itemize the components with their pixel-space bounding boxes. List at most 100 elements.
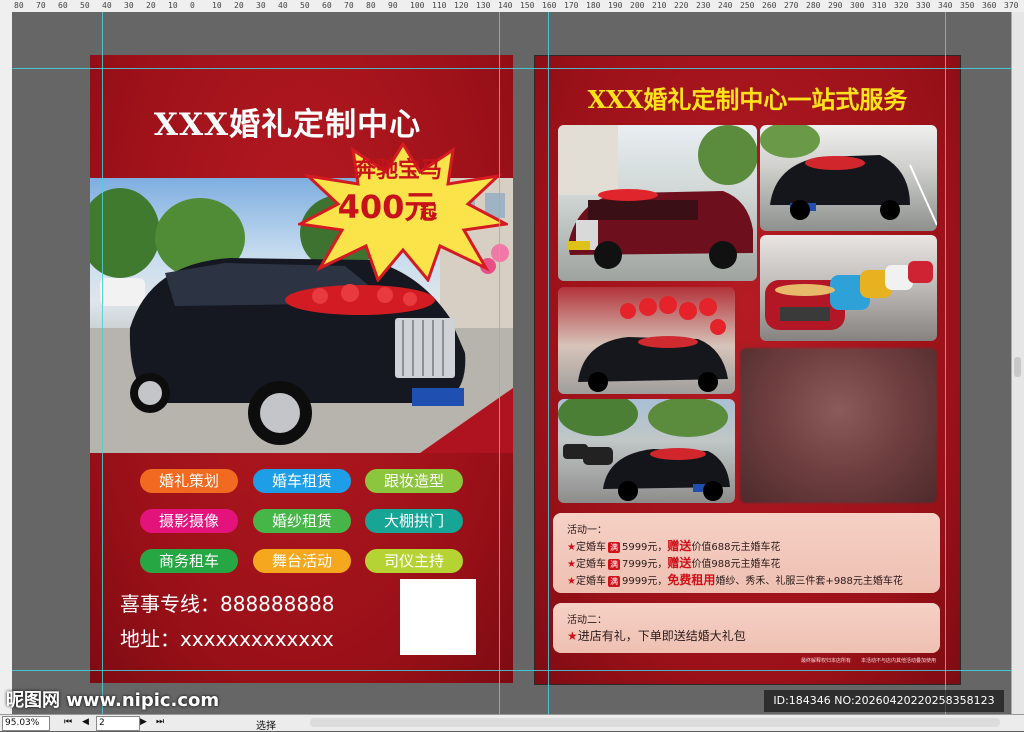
page-number-field[interactable]: 2 [96, 716, 140, 731]
row-prefix: 定婚车 [575, 559, 606, 570]
guide-vertical[interactable] [102, 12, 103, 714]
ruler-tick-label: 280 [806, 1, 821, 10]
row-prefix: 定婚车 [575, 542, 606, 553]
flyer-back-page[interactable]: XXX婚礼定制中心一站式服务 活动一： ★定婚车 满 5999元，赠送价值688… [534, 55, 961, 685]
service-pill: 商务租车 [140, 549, 238, 573]
promotion-one-heading: 活动一： [567, 525, 607, 536]
photo-black-sedan [760, 125, 937, 231]
promo-brand-text: 奔驰宝马 [353, 158, 442, 183]
ruler-tick-label: 110 [432, 1, 447, 10]
next-page-icon[interactable]: ▶ [140, 717, 147, 727]
ruler-tick-label: 40 [278, 1, 288, 10]
qr-code-placeholder [400, 579, 476, 655]
ruler-tick-label: 200 [630, 1, 645, 10]
photo-lantern-decorated-car [558, 287, 735, 394]
ruler-tick-label: 90 [388, 1, 398, 10]
promo-price-text: 400元 [337, 188, 437, 226]
status-bar: 95.03% ⏮ ◀ 2 ▶ ⏭ 选择 [0, 714, 1024, 732]
ruler-tick-label: 370 [1004, 1, 1019, 10]
row-highlight: 赠送 [667, 539, 692, 553]
ruler-tick-label: 120 [454, 1, 469, 10]
row-tag: 满 [607, 559, 620, 570]
service-pill: 婚纱租赁 [253, 509, 351, 533]
front-title: XXX婚礼定制中心 [153, 107, 422, 143]
ruler-tick-label: 0 [190, 1, 195, 10]
promotion-two-heading: 活动二： [567, 615, 607, 626]
ruler-tick-label: 30 [256, 1, 266, 10]
ruler-tick-label: 220 [674, 1, 689, 10]
row-amount: 7999元， [621, 559, 668, 570]
ruler-tick-label: 340 [938, 1, 953, 10]
ruler-tick-label: 360 [982, 1, 997, 10]
ruler-tick-label: 80 [366, 1, 376, 10]
photo-mini-cooper-fleet [760, 235, 937, 341]
ruler-tick-label: 190 [608, 1, 623, 10]
nipic-watermark: 昵图网 www.nipic.com [6, 690, 220, 711]
promo-price-suffix: 起 [420, 203, 437, 223]
ruler-tick-label: 230 [696, 1, 711, 10]
ruler-tick-label: 260 [762, 1, 777, 10]
scroll-thumb[interactable] [1014, 357, 1021, 377]
ruler-tick-label: 20 [146, 1, 156, 10]
promotion-one-panel: 活动一： ★定婚车满 5999元，赠送价值688元主婚车花 ★定婚车满 7999元，赠… [553, 513, 940, 593]
prev-page-icon[interactable]: ◀ [82, 717, 89, 727]
ruler-tick-label: 160 [542, 1, 557, 10]
star-icon: ★ [567, 629, 578, 643]
guide-vertical[interactable] [945, 12, 946, 714]
guide-vertical[interactable] [499, 12, 500, 714]
ruler-tick-label: 170 [564, 1, 579, 10]
star-icon: ★ [567, 576, 576, 587]
ruler-tick-label: 240 [718, 1, 733, 10]
last-page-icon[interactable]: ⏭ [156, 717, 164, 727]
guide-horizontal[interactable] [12, 670, 1012, 671]
zoom-level-field[interactable]: 95.03% [2, 716, 50, 731]
ruler-tick-label: 30 [124, 1, 134, 10]
first-page-icon[interactable]: ⏮ [64, 717, 72, 727]
star-icon: ★ [567, 559, 576, 570]
ruler-tick-label: 20 [234, 1, 244, 10]
ruler-tick-label: 70 [344, 1, 354, 10]
ruler-tick-label: 80 [14, 1, 24, 10]
ruler-tick-label: 140 [498, 1, 513, 10]
ruler-tick-label: 60 [322, 1, 332, 10]
ruler-tick-label: 10 [212, 1, 222, 10]
ruler-tick-label: 60 [58, 1, 68, 10]
address-label: 地址： [120, 627, 180, 651]
guide-vertical[interactable] [548, 12, 549, 714]
ruler-tick-label: 40 [102, 1, 112, 10]
back-title: XXX婚礼定制中心一站式服务 [587, 85, 908, 114]
photo-mercedes-convoy [558, 399, 735, 503]
ruler-tick-label: 350 [960, 1, 975, 10]
ruler-tick-label: 70 [36, 1, 46, 10]
ruler-tick-label: 10 [168, 1, 178, 10]
ruler-tick-label: 50 [80, 1, 90, 10]
service-pill: 婚礼策划 [140, 469, 238, 493]
service-pill: 司仪主持 [365, 549, 463, 573]
row-highlight: 赠送 [667, 556, 692, 570]
horizontal-scrollbar[interactable] [310, 718, 1000, 727]
service-pill: 舞台活动 [253, 549, 351, 573]
row-detail: 价值688元主婚车花 [691, 542, 781, 553]
row-highlight: 免费租用 [667, 573, 716, 587]
vertical-scrollbar[interactable] [1011, 12, 1024, 714]
service-pill: 跟妆造型 [365, 469, 463, 493]
ruler-tick-label: 310 [872, 1, 887, 10]
ruler-tick-label: 50 [300, 1, 310, 10]
ruler-tick-label: 180 [586, 1, 601, 10]
promotion-one-row: ★定婚车满 7999元，赠送价值988元主婚车花 [567, 554, 781, 571]
photo-blurred-placeholder [740, 348, 937, 503]
address-value: xxxxxxxxxxxxx [180, 627, 334, 651]
row-amount: 9999元， [621, 576, 668, 587]
service-pill: 摄影摄像 [140, 509, 238, 533]
ruler-tick-label: 250 [740, 1, 755, 10]
ruler-tick-label: 290 [828, 1, 843, 10]
guide-horizontal[interactable] [12, 68, 1012, 69]
ruler-tick-label: 150 [520, 1, 535, 10]
row-amount: 5999元， [621, 542, 668, 553]
promotion-two-text: 进店有礼，下单即送结婚大礼包 [577, 629, 746, 643]
promotion-one-row: ★定婚车满 9999元，免费租用婚纱、秀禾、礼服三件套+988元主婚车花 [567, 571, 903, 588]
service-pill: 婚车租赁 [253, 469, 351, 493]
ruler-tick-label: 130 [476, 1, 491, 10]
flyer-front-page[interactable]: XXX婚礼定制中心 奔驰宝马 400元 起 婚礼策划 婚车租赁 跟妆造型 摄影摄… [90, 55, 513, 683]
row-tag: 满 [607, 542, 620, 553]
